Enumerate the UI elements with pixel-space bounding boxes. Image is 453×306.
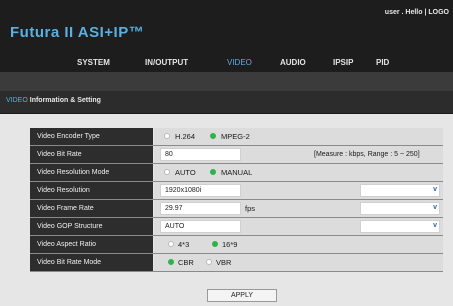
resolution-input[interactable]: 1920x1080i [160,184,241,197]
option-auto-label: AUTO [175,168,196,177]
radio-4-3[interactable] [168,241,174,247]
value-bit-rate-mode: CBR VBR [154,254,443,271]
radio-cbr[interactable] [168,259,174,265]
label-encoder-type: Video Encoder Type [30,128,153,145]
app-title: Futura II ASI+IP™ [10,24,145,41]
section-title-text: Information & Setting [29,97,101,104]
gop-structure-select[interactable]: v [360,220,440,233]
sub-nav-strip [0,72,453,91]
option-h264-label: H.264 [175,132,196,141]
radio-vbr[interactable] [206,259,212,265]
label-bit-rate-mode: Video Bit Rate Mode [30,254,153,271]
section-header: VIDEO Information & Setting [0,91,453,114]
section-title: VIDEO Information & Setting [6,97,101,104]
nav-video[interactable]: VIDEO [227,58,252,70]
value-resolution-mode: AUTO MANUAL [154,164,443,181]
value-gop-structure: AUTO v [154,218,443,235]
bit-rate-note: [Measure : kbps, Range : 5 ~ 250] [314,151,420,158]
radio-mpeg2[interactable] [210,133,216,139]
row-encoder-type: Video Encoder Type H.264 MPEG-2 [30,128,443,146]
option-manual-label: MANUAL [221,168,253,177]
value-encoder-type: H.264 MPEG-2 [154,128,443,145]
row-resolution: Video Resolution 1920x1080i v [30,182,443,200]
frame-rate-input[interactable]: 29.97 [160,202,241,215]
nav-in-output[interactable]: IN/OUTPUT [145,58,188,70]
label-frame-rate: Video Frame Rate [30,200,153,217]
row-gop-structure: Video GOP Structure AUTO v [30,218,443,236]
user-text[interactable]: user . Hello | LOGO [385,9,449,16]
frame-rate-unit: fps [245,204,256,213]
chevron-down-icon[interactable]: v [433,186,437,193]
section-prefix: VIDEO [6,97,28,104]
label-bit-rate: Video Bit Rate [30,146,153,163]
user-menu[interactable]: user . Hello | LOGO [385,9,449,16]
row-bit-rate-mode: Video Bit Rate Mode CBR VBR [30,254,443,272]
value-resolution: 1920x1080i v [154,182,443,199]
radio-h264[interactable] [164,133,170,139]
apply-button[interactable]: APPLY [207,289,277,302]
gop-structure-input[interactable]: AUTO [160,220,241,233]
option-16-9-label: 16*9 [222,240,238,249]
nav-ipsip[interactable]: IPSIP [333,58,353,70]
bit-rate-input[interactable]: 80 [160,148,241,161]
nav-system[interactable]: SYSTEM [77,58,110,70]
row-frame-rate: Video Frame Rate 29.97 fps v [30,200,443,218]
label-resolution-mode: Video Resolution Mode [30,164,153,181]
label-gop-structure: Video GOP Structure [30,218,153,235]
option-vbr-label: VBR [216,258,232,267]
row-aspect-ratio: Video Aspect Ratio 4*3 16*9 [30,236,443,254]
row-resolution-mode: Video Resolution Mode AUTO MANUAL [30,164,443,182]
chevron-down-icon[interactable]: v [433,222,437,229]
option-cbr-label: CBR [178,258,194,267]
radio-auto[interactable] [164,169,170,175]
value-bit-rate: 80 [Measure : kbps, Range : 5 ~ 250] [154,146,443,163]
resolution-select[interactable]: v [360,184,440,197]
option-mpeg2-label: MPEG-2 [221,132,250,141]
value-aspect-ratio: 4*3 16*9 [154,236,443,253]
header: Futura II ASI+IP™ user . Hello | LOGO SY… [0,0,453,72]
value-frame-rate: 29.97 fps v [154,200,443,217]
radio-manual[interactable] [210,169,216,175]
row-bit-rate: Video Bit Rate 80 [Measure : kbps, Range… [30,146,443,164]
settings-table: Video Encoder Type H.264 MPEG-2 Video Bi… [30,128,443,272]
nav-pid[interactable]: PID [376,58,389,70]
radio-16-9[interactable] [212,241,218,247]
option-4-3-label: 4*3 [178,240,190,249]
frame-rate-select[interactable]: v [360,202,440,215]
chevron-down-icon[interactable]: v [433,204,437,211]
label-aspect-ratio: Video Aspect Ratio [30,236,153,253]
label-resolution: Video Resolution [30,182,153,199]
nav-audio[interactable]: AUDIO [280,58,306,70]
